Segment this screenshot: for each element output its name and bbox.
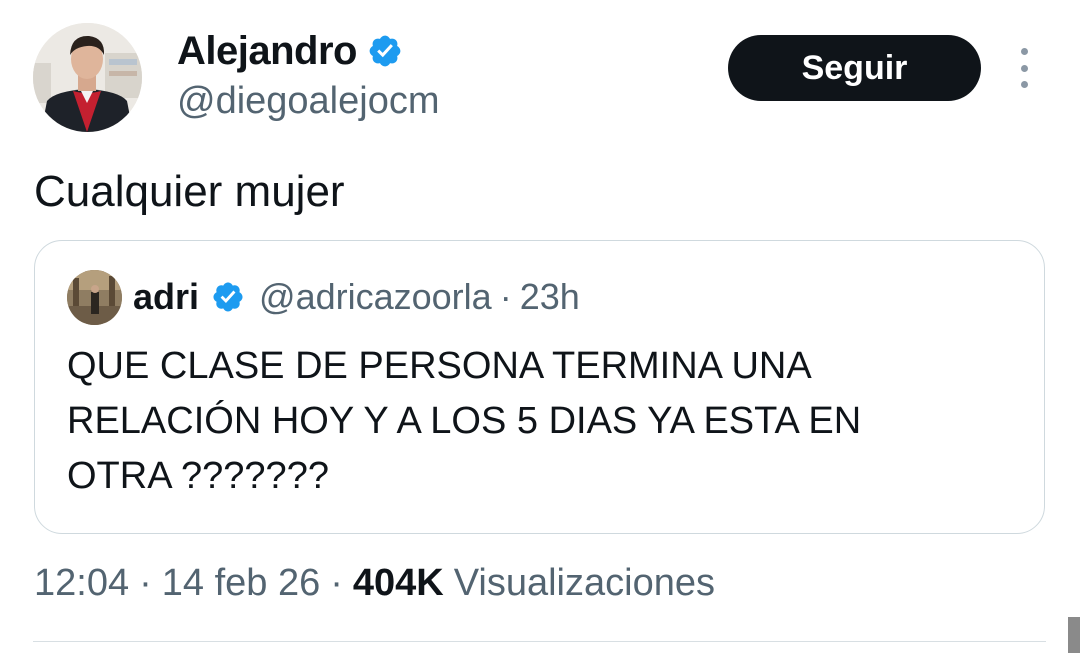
more-vertical-icon[interactable] — [1010, 48, 1038, 88]
verified-badge-icon[interactable] — [211, 280, 245, 314]
author-avatar[interactable] — [33, 23, 142, 132]
quoted-author-avatar[interactable] — [67, 270, 122, 325]
tweet-date[interactable]: 14 feb 26 — [162, 560, 320, 606]
separator-dot: · — [330, 562, 343, 604]
menu-dot — [1020, 64, 1028, 72]
author-name[interactable]: Alejandro — [177, 28, 357, 74]
separator-dot: · — [499, 276, 512, 317]
quoted-tweet-header: adri @adricazoorla · 23h — [133, 275, 580, 319]
menu-dot — [1020, 48, 1028, 55]
divider — [33, 641, 1046, 642]
tweet-time[interactable]: 12:04 — [34, 560, 129, 606]
profile-photo-image — [33, 23, 142, 132]
quoted-author-handle[interactable]: @adricazoorla — [259, 275, 492, 319]
views-count[interactable]: 404K — [353, 560, 444, 606]
verified-badge-icon[interactable] — [367, 33, 403, 69]
quoted-author-name[interactable]: adri — [133, 275, 199, 319]
author-handle[interactable]: @diegoalejocm — [177, 78, 440, 124]
scrollbar-thumb[interactable] — [1068, 617, 1080, 653]
views-label[interactable]: Visualizaciones — [454, 560, 715, 606]
follow-button[interactable]: Seguir — [728, 35, 981, 101]
profile-photo-image — [67, 270, 122, 325]
menu-dot — [1020, 81, 1028, 88]
quoted-tweet-time[interactable]: 23h — [520, 275, 580, 319]
quoted-text-line: RELACIÓN HOY Y A LOS 5 DIAS YA ESTA EN — [67, 400, 862, 442]
quoted-tweet-text: QUE CLASE DE PERSONA TERMINA UNA RELACIÓ… — [67, 339, 967, 504]
separator-dot: · — [139, 562, 152, 604]
quoted-text-line: OTRA ??????? — [67, 455, 329, 497]
tweet-text: Cualquier mujer — [34, 167, 345, 216]
tweet-meta: 12:04 · 14 feb 26 · 404K Visualizaciones — [34, 560, 715, 606]
quoted-text-line: QUE CLASE DE PERSONA TERMINA UNA — [67, 345, 812, 387]
author-name-row: Alejandro — [177, 28, 403, 74]
quoted-tweet-card[interactable]: adri @adricazoorla · 23h QUE CLASE DE PE… — [34, 240, 1045, 534]
